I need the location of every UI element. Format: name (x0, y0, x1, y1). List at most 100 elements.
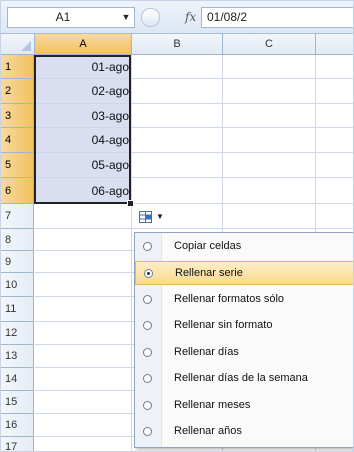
menu-item-option[interactable]: Rellenar sin formato (135, 314, 353, 338)
menu-item-option[interactable]: Rellenar serie (135, 261, 353, 285)
radio-icon[interactable] (143, 401, 152, 410)
menu-item-option[interactable]: Rellenar años (135, 420, 353, 444)
radio-icon[interactable] (143, 348, 152, 357)
cell-c5[interactable] (223, 153, 316, 178)
row-header-7[interactable]: 7 (1, 204, 34, 229)
menu-item-label: Rellenar formatos sólo (174, 293, 285, 305)
radio-checked-icon[interactable] (144, 269, 153, 278)
name-box[interactable]: A1 ▼ (7, 7, 135, 28)
cell-a7[interactable] (35, 204, 132, 229)
row-header-6[interactable]: 6 (1, 178, 34, 204)
select-all-button[interactable] (1, 34, 35, 54)
menu-item-label: Rellenar meses (174, 399, 251, 411)
row-header-12[interactable]: 12 (1, 322, 34, 345)
formula-value: 01/08/2 (207, 10, 248, 24)
cell-a2[interactable]: 02-ago (35, 79, 132, 104)
cell-c3[interactable] (223, 104, 316, 128)
menu-item-option[interactable]: Rellenar días (135, 341, 353, 365)
menu-item-label: Rellenar días (174, 346, 239, 358)
cell-b2[interactable] (132, 79, 223, 104)
cell-a6[interactable]: 06-ago (35, 178, 132, 204)
chevron-down-icon: ▼ (156, 212, 164, 221)
cell-d1[interactable] (316, 55, 353, 79)
fill-handle[interactable] (127, 200, 134, 207)
row-header-2[interactable]: 2 (1, 79, 34, 104)
row-header-14[interactable]: 14 (1, 368, 34, 391)
menu-item-label: Rellenar serie (175, 267, 243, 279)
formula-bar-area: A1 ▼ fx 01/08/2 (1, 1, 353, 34)
row-header-17[interactable]: 17 (1, 437, 34, 451)
row-header-10[interactable]: 10 (1, 273, 34, 297)
cell-a1[interactable]: 01-ago (35, 55, 132, 79)
cell-a3[interactable]: 03-ago (35, 104, 132, 128)
cell-a4[interactable]: 04-ago (35, 128, 132, 153)
column-header-row: A B C (1, 34, 353, 55)
radio-icon[interactable] (143, 321, 152, 330)
cell-d5[interactable] (316, 153, 353, 178)
cell-c1[interactable] (223, 55, 316, 79)
menu-item-label: Rellenar sin formato (174, 319, 273, 331)
menu-item-label: Rellenar años (174, 425, 242, 437)
cell-a5[interactable]: 05-ago (35, 153, 132, 178)
autofill-options-button[interactable]: ▼ (135, 207, 167, 228)
radio-icon[interactable] (143, 242, 152, 251)
cell-a12[interactable] (35, 322, 132, 345)
row-header-4[interactable]: 4 (1, 128, 34, 153)
row-header-13[interactable]: 13 (1, 345, 34, 368)
cell-a17[interactable] (35, 437, 132, 451)
cell-b6[interactable] (132, 178, 223, 204)
radio-icon[interactable] (143, 427, 152, 436)
cell-d7[interactable] (316, 204, 353, 229)
name-box-value: A1 (55, 10, 71, 24)
cell-c6[interactable] (223, 178, 316, 204)
cell-d2[interactable] (316, 79, 353, 104)
row-header-9[interactable]: 9 (1, 251, 34, 273)
column-header-c[interactable]: C (223, 34, 316, 54)
cell-a14[interactable] (35, 368, 132, 391)
menu-item-option[interactable]: Copiar celdas (135, 235, 353, 259)
column-header-b[interactable]: B (132, 34, 223, 54)
chevron-down-icon[interactable]: ▼ (118, 8, 134, 27)
menu-item-label: Copiar celdas (174, 240, 242, 252)
cell-a11[interactable] (35, 297, 132, 322)
menu-item-option[interactable]: Rellenar formatos sólo (135, 288, 353, 312)
menu-item-option[interactable]: Rellenar meses (135, 394, 353, 418)
cell-b5[interactable] (132, 153, 223, 178)
cell-a8[interactable] (35, 229, 132, 251)
row-header-16[interactable]: 16 (1, 414, 34, 437)
radio-icon[interactable] (143, 374, 152, 383)
cell-a16[interactable] (35, 414, 132, 437)
row-header-3[interactable]: 3 (1, 104, 34, 128)
cell-d3[interactable] (316, 104, 353, 128)
select-all-icon (21, 41, 31, 51)
cell-c7[interactable] (223, 204, 316, 229)
cell-c2[interactable] (223, 79, 316, 104)
row-header-8[interactable]: 8 (1, 229, 34, 251)
row-header-15[interactable]: 15 (1, 391, 34, 414)
autofill-options-menu: Copiar celdas Rellenar serie Rellenar form… (134, 232, 353, 448)
row-header-5[interactable]: 5 (1, 153, 34, 178)
row-header-11[interactable]: 11 (1, 297, 34, 322)
insert-function-icon[interactable]: fx (185, 10, 196, 24)
cell-a10[interactable] (35, 273, 132, 297)
menu-item-label: Rellenar días de la semana (174, 372, 308, 384)
radio-icon[interactable] (143, 295, 152, 304)
cell-d4[interactable] (316, 128, 353, 153)
cell-a9[interactable] (35, 251, 132, 273)
formula-buttons (141, 7, 175, 27)
formula-input[interactable]: 01/08/2 (201, 7, 353, 28)
column-header-d[interactable] (316, 34, 353, 54)
column-header-a[interactable]: A (35, 34, 132, 54)
menu-item-option[interactable]: Rellenar días de la semana (135, 367, 353, 391)
autofill-icon (139, 211, 152, 223)
row-header-1[interactable]: 1 (1, 55, 34, 79)
cell-d6[interactable] (316, 178, 353, 204)
cell-a15[interactable] (35, 391, 132, 414)
cell-c4[interactable] (223, 128, 316, 153)
cell-b4[interactable] (132, 128, 223, 153)
spreadsheet-window: A1 ▼ fx 01/08/2 A B C 1 2 3 4 5 6 7 8 9 10 11 12 13 1… (0, 0, 354, 452)
cancel-circle-icon[interactable] (141, 8, 160, 27)
cell-b1[interactable] (132, 55, 223, 79)
cell-a13[interactable] (35, 345, 132, 368)
cell-b3[interactable] (132, 104, 223, 128)
